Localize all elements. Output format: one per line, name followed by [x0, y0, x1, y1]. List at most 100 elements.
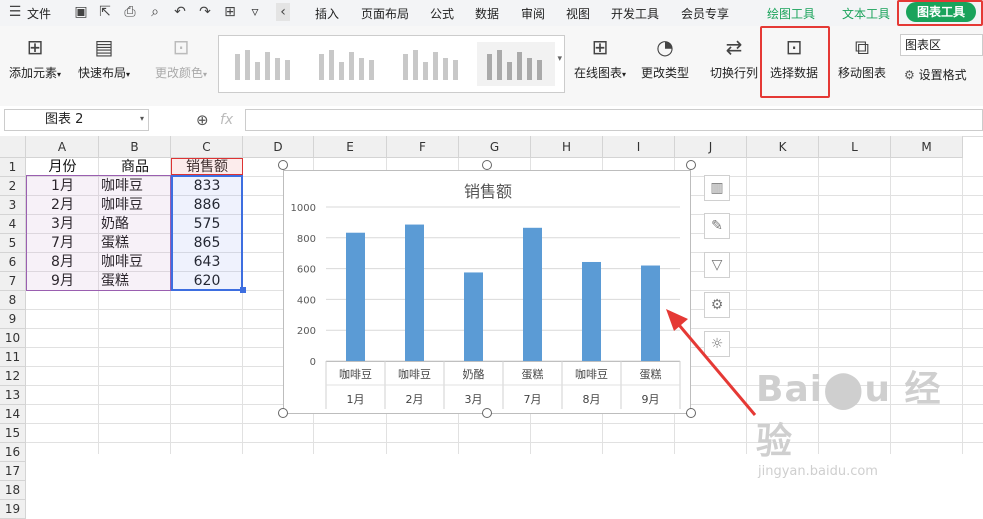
row-header-12[interactable]: 12 [0, 367, 26, 386]
range-highlight-series-name [171, 158, 243, 175]
scroll-left-icon[interactable]: ‹ [276, 3, 290, 21]
tab-insert[interactable]: 插入 [315, 5, 339, 22]
tab-review[interactable]: 审阅 [521, 5, 545, 22]
name-box[interactable]: 图表 2 [4, 109, 149, 131]
chart-title: 销售额 [464, 182, 512, 201]
online-chart-icon: ⊞ [591, 35, 609, 59]
x-tick-label-product: 奶酪 [463, 367, 485, 381]
tab-view[interactable]: 视图 [566, 5, 590, 22]
row-header-7[interactable]: 7 [0, 272, 26, 291]
column-header-D[interactable]: D [243, 136, 314, 158]
zoom-icon[interactable]: ⊕ [196, 111, 209, 129]
row-header-4[interactable]: 4 [0, 215, 26, 234]
undo-icon[interactable]: ↶ [171, 3, 189, 21]
row-header-10[interactable]: 10 [0, 329, 26, 348]
export-icon[interactable]: ⇱ [96, 3, 114, 21]
tab-formula[interactable]: 公式 [430, 5, 454, 22]
row-header-14[interactable]: 14 [0, 405, 26, 424]
row-header-15[interactable]: 15 [0, 424, 26, 443]
row-header-16[interactable]: 16 [0, 443, 26, 462]
tab-draw-tools[interactable]: 绘图工具 [767, 5, 815, 22]
save-icon[interactable]: ▣ [72, 3, 90, 21]
redo-icon[interactable]: ↷ [196, 3, 214, 21]
column-header-G[interactable]: G [459, 136, 531, 158]
tab-page-layout[interactable]: 页面布局 [361, 5, 409, 22]
row-header-3[interactable]: 3 [0, 196, 26, 215]
column-header-J[interactable]: J [675, 136, 747, 158]
chart-style-3[interactable] [393, 42, 471, 86]
chart-elements-icon[interactable]: ▥ [704, 175, 730, 201]
tab-developer[interactable]: 开发工具 [611, 5, 659, 22]
change-type-label: 更改类型 [640, 66, 689, 80]
quick-layout-label: 快速布局 [77, 66, 126, 80]
row-header-8[interactable]: 8 [0, 291, 26, 310]
range-handle[interactable] [240, 287, 246, 293]
change-color-icon: ⊡ [172, 35, 190, 59]
y-tick-label: 0 [310, 357, 316, 368]
row-header-6[interactable]: 6 [0, 253, 26, 272]
select-all-corner[interactable] [0, 136, 26, 158]
chart-style-gallery[interactable]: ▾ [218, 35, 565, 93]
switch-row-col-button[interactable]: ⇄ 切换行列 [706, 34, 762, 81]
tab-member[interactable]: 会员专享 [681, 5, 729, 22]
x-tick-label-month: 3月 [465, 393, 483, 406]
column-header-I[interactable]: I [603, 136, 675, 158]
formula-input[interactable] [245, 109, 983, 131]
resize-handle-top-right[interactable] [686, 160, 696, 170]
chart-style-2[interactable] [309, 42, 387, 86]
row-header-1[interactable]: 1 [0, 158, 26, 177]
range-highlight-categories [26, 175, 171, 291]
column-header-M[interactable]: M [891, 136, 963, 158]
switch-row-col-label: 切换行列 [709, 66, 758, 80]
column-header-H[interactable]: H [531, 136, 603, 158]
quick-layout-button[interactable]: ▤ 快速布局▾ [75, 34, 133, 81]
column-header-F[interactable]: F [387, 136, 459, 158]
row-header-11[interactable]: 11 [0, 348, 26, 367]
fx-icon[interactable]: fx [220, 112, 233, 128]
row-header-5[interactable]: 5 [0, 234, 26, 253]
resize-handle-bottom-left[interactable] [278, 408, 288, 418]
print-preview-icon[interactable]: ⌕ [146, 3, 164, 21]
row-header-9[interactable]: 9 [0, 310, 26, 329]
move-chart-icon: ⧉ [854, 35, 870, 59]
row-header-19[interactable]: 19 [0, 500, 26, 519]
chart-style-1[interactable] [225, 42, 303, 86]
formula-bar: 图表 2 ▾ ⊕ fx [0, 106, 983, 137]
column-header-L[interactable]: L [819, 136, 891, 158]
change-type-icon: ◔ [656, 35, 674, 59]
bar-0 [346, 232, 365, 361]
tab-data[interactable]: 数据 [475, 5, 499, 22]
hamburger-icon[interactable]: ☰ [6, 3, 24, 21]
row-header-18[interactable]: 18 [0, 481, 26, 500]
change-color-button[interactable]: ⊡ 更改颜色▾ [152, 34, 210, 81]
resize-handle-bottom-mid[interactable] [482, 408, 492, 418]
gallery-expand-icon[interactable]: ▾ [557, 54, 562, 64]
chart-filter-icon[interactable]: ▽ [704, 252, 730, 278]
resize-handle-top-left[interactable] [278, 160, 288, 170]
column-header-C[interactable]: C [171, 136, 243, 158]
x-tick-label-product: 蛋糕 [522, 367, 544, 381]
print-icon[interactable]: ⎙ [121, 3, 139, 21]
online-chart-button[interactable]: ⊞ 在线图表▾ [570, 34, 630, 81]
format-painter-icon[interactable]: ⊞ [221, 3, 239, 21]
chart-style-brush-icon[interactable]: ✎ [704, 213, 730, 239]
tab-text-tools[interactable]: 文本工具 [842, 5, 890, 22]
row-header-17[interactable]: 17 [0, 462, 26, 481]
name-box-dropdown-icon[interactable]: ▾ [140, 114, 144, 123]
set-format-button[interactable]: ⚙ 设置格式 [904, 66, 967, 83]
resize-handle-top-mid[interactable] [482, 160, 492, 170]
chart-element-select[interactable]: 图表区 [900, 34, 983, 56]
column-header-E[interactable]: E [314, 136, 387, 158]
bar-chart[interactable]: 销售额 0 200 400 600 800 1000 咖啡豆 1月 咖啡豆 2月 奶酪 3月 蛋糕 7月 咖啡… [283, 170, 691, 414]
menu-file[interactable]: 文件 [27, 5, 51, 22]
more-icon[interactable]: ▿ [246, 3, 264, 21]
add-element-button[interactable]: ⊞ 添加元素▾ [6, 34, 64, 81]
row-header-2[interactable]: 2 [0, 177, 26, 196]
column-header-A[interactable]: A [26, 136, 99, 158]
column-header-B[interactable]: B [99, 136, 171, 158]
column-header-K[interactable]: K [747, 136, 819, 158]
move-chart-button[interactable]: ⧉ 移动图表 [834, 34, 890, 81]
row-header-13[interactable]: 13 [0, 386, 26, 405]
chart-style-4[interactable] [477, 42, 555, 86]
change-type-button[interactable]: ◔ 更改类型 [638, 34, 692, 81]
